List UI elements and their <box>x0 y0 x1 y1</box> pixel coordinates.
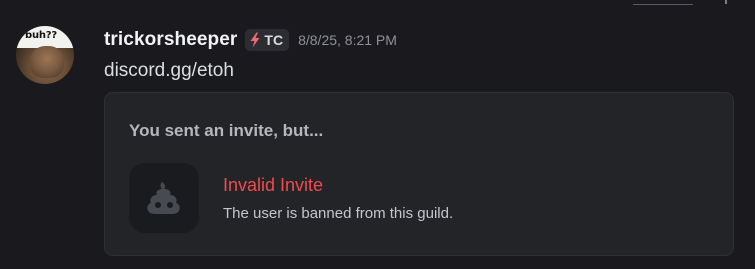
avatar-caption: buh?? <box>25 30 57 41</box>
username[interactable]: trickorsheeper <box>104 29 237 51</box>
lightning-bolt-icon <box>250 32 260 48</box>
avatar[interactable]: buh?? <box>16 26 74 84</box>
message-timestamp[interactable]: 8/8/25, 8:21 PM <box>298 32 397 48</box>
message-content[interactable]: discord.gg/etoh <box>104 60 234 82</box>
invite-title: Invalid Invite <box>223 175 324 195</box>
server-tag-badge[interactable]: TC <box>245 29 290 51</box>
message-header: trickorsheeper TC 8/8/25, 8:21 PM <box>104 28 397 52</box>
invite-description: The user is banned from this guild. <box>223 205 454 222</box>
server-tag-label: TC <box>264 32 284 48</box>
chat-view: buh?? trickorsheeper TC 8/8/25, 8:21 PM … <box>0 0 755 269</box>
invite-embed: You sent an invite, but... Invalid Invit… <box>104 92 734 256</box>
invite-icon-box <box>129 163 199 233</box>
avatar-cat-image <box>30 46 64 78</box>
poop-icon <box>147 182 180 214</box>
chat-message: buh?? trickorsheeper TC 8/8/25, 8:21 PM … <box>0 0 755 269</box>
invite-header: You sent an invite, but... <box>129 121 324 140</box>
